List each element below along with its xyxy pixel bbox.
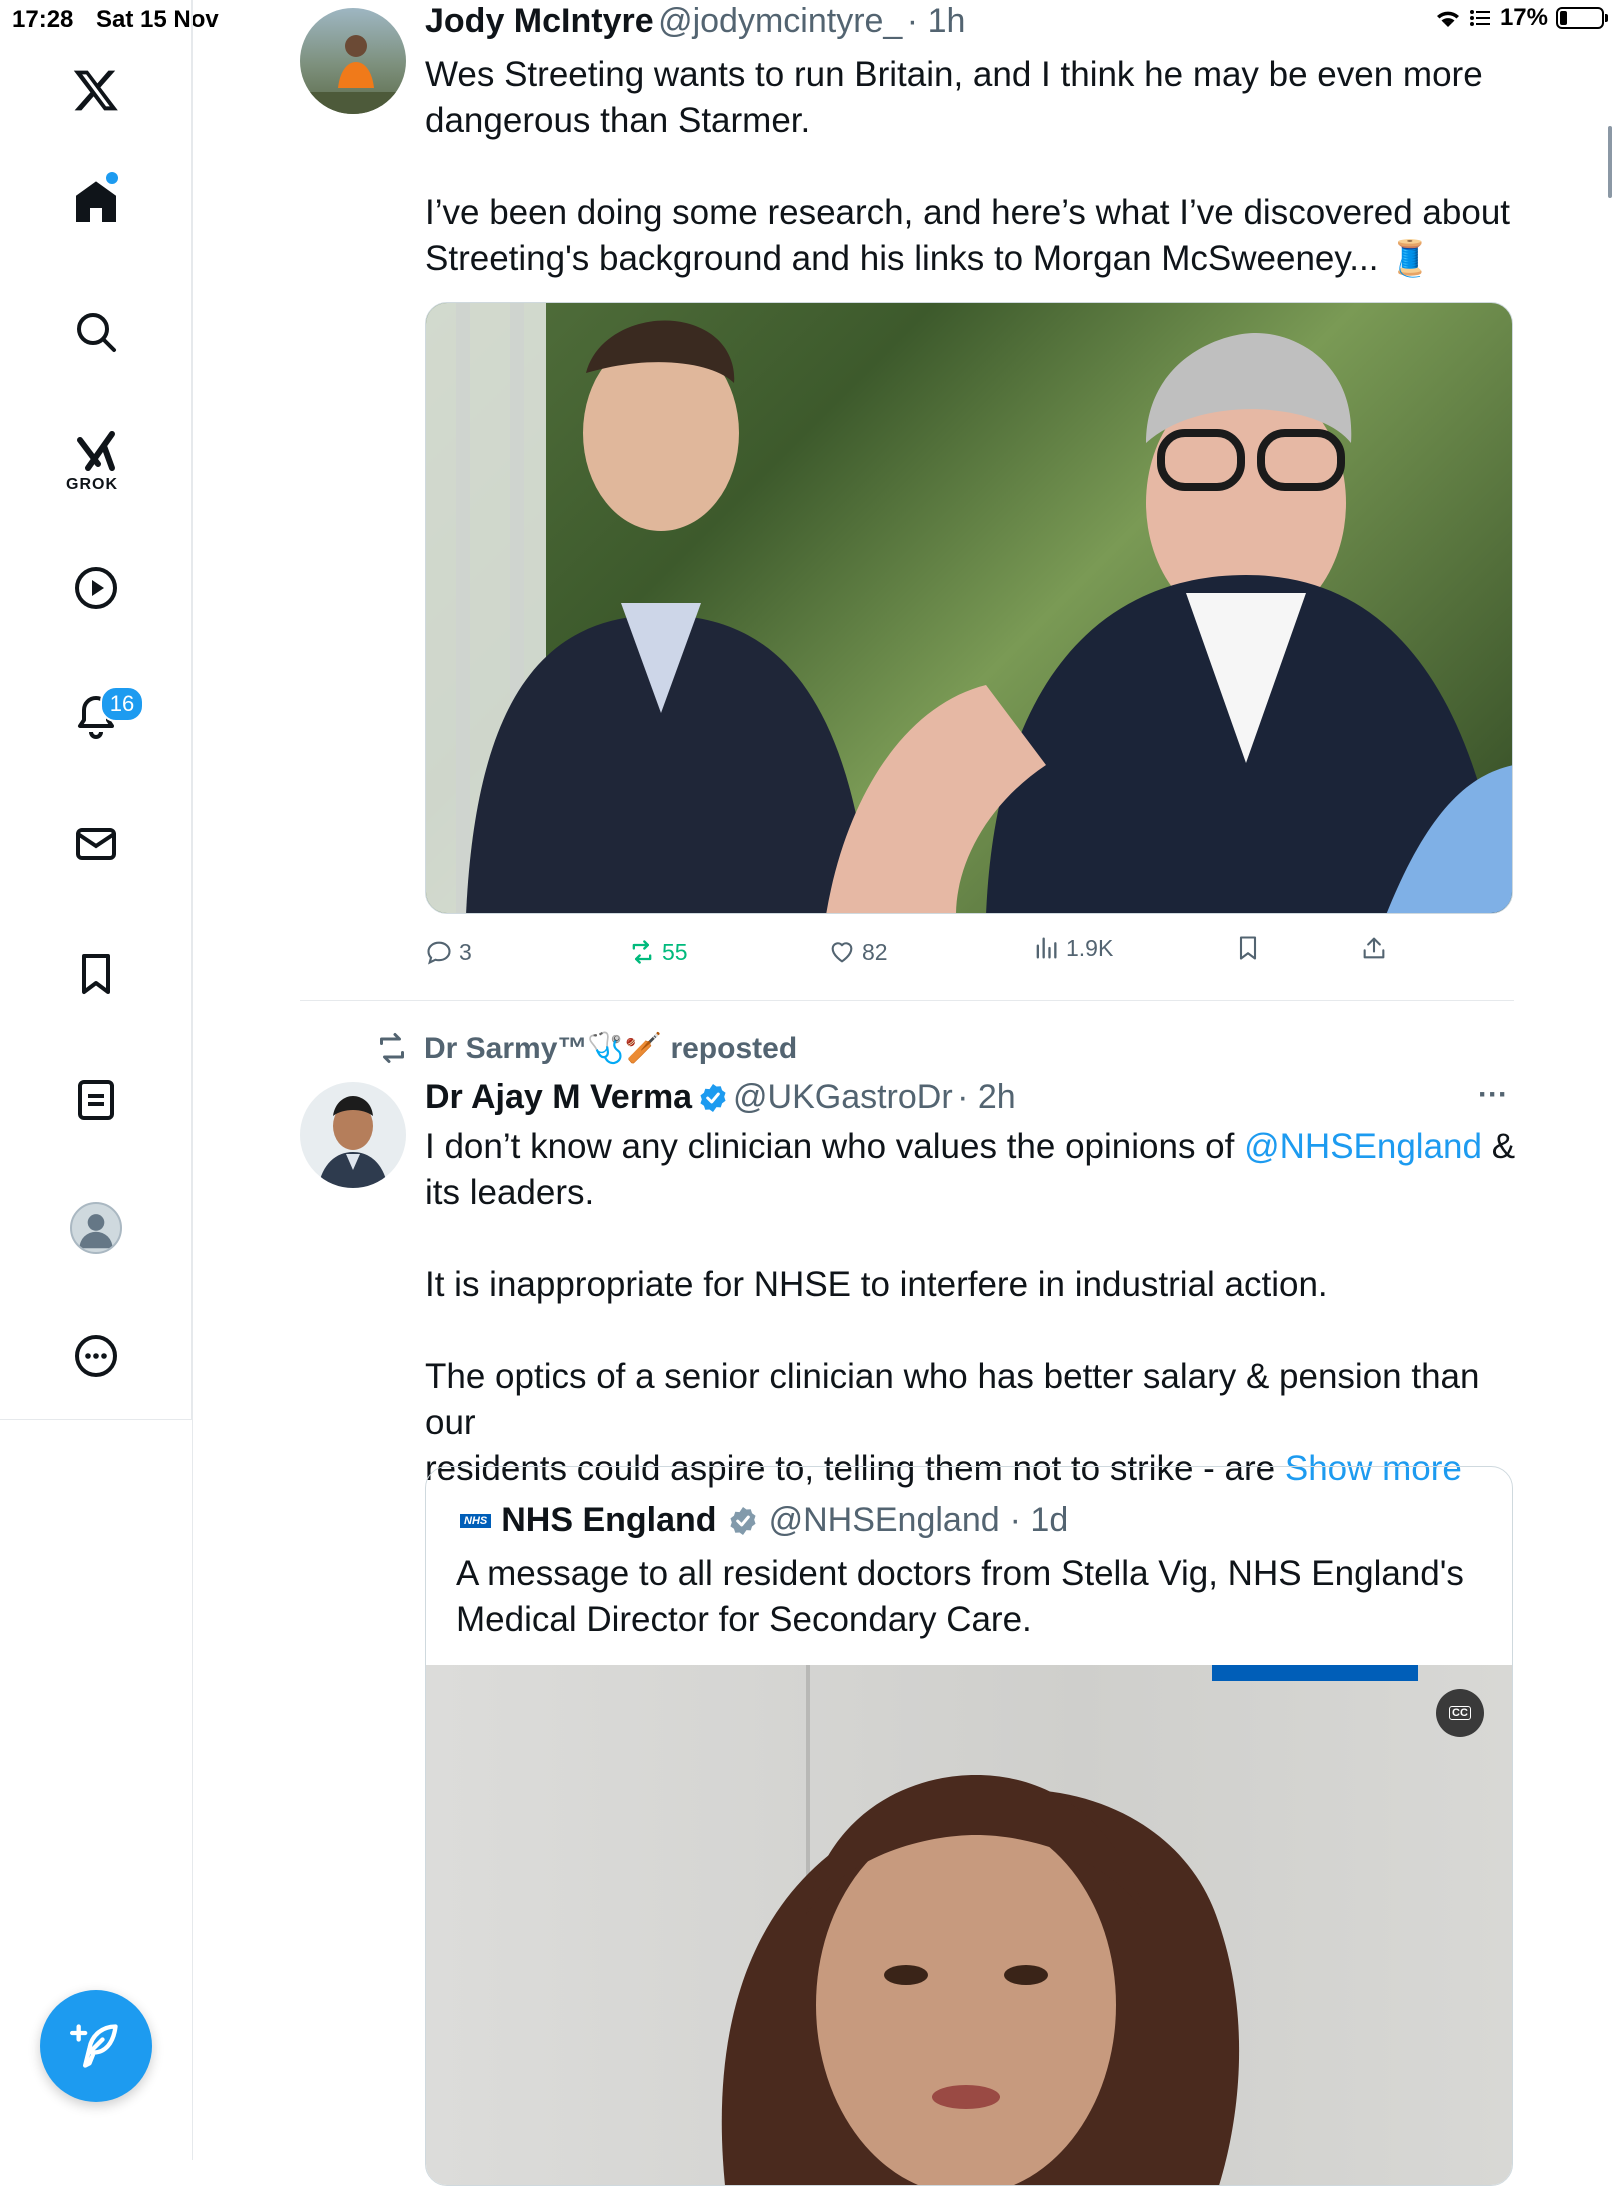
- tweet1-header: Jody McIntyre @jodymcintyre_ · 1h: [425, 2, 965, 41]
- quote-line2: Medical Director for Secondary Care.: [456, 1600, 1032, 1639]
- quote-author-name[interactable]: NHS England: [501, 1501, 716, 1540]
- quoted-tweet-card[interactable]: NHS NHS England @NHSEngland · 1d A messa…: [425, 1466, 1513, 2186]
- tweet1-photo-scene: [426, 303, 1512, 913]
- quote-header: NHS NHS England @NHSEngland · 1d: [460, 1501, 1068, 1540]
- tweet1-reply-button[interactable]: 3: [425, 938, 472, 966]
- tweet1-avatar[interactable]: [300, 8, 406, 114]
- tweet1-author-name[interactable]: Jody McIntyre: [425, 2, 654, 40]
- tweet2-text[interactable]: I don’t know any clinician who values th…: [425, 1124, 1525, 1492]
- tweet1-time[interactable]: · 1h: [907, 2, 966, 40]
- tweet2-line2: its leaders.: [425, 1173, 595, 1212]
- quote-time[interactable]: · 1d: [1010, 1501, 1069, 1540]
- quote-video[interactable]: CC: [426, 1665, 1512, 2185]
- tweet-divider: [300, 1000, 1514, 1001]
- tweet2-time[interactable]: · 2h: [957, 1078, 1016, 1116]
- notifications-badge: 16: [100, 686, 144, 722]
- compose-feather-icon: [70, 2024, 118, 2068]
- verified-org-badge-icon: [730, 1506, 756, 1535]
- reply-icon: [427, 941, 451, 965]
- quote-video-scene: [721, 1665, 1418, 2185]
- quote-handle[interactable]: @NHSEngland: [769, 1501, 1000, 1540]
- scrollbar-thumb[interactable]: [1608, 126, 1612, 198]
- tweet2-line4: The optics of a senior clinician who has…: [425, 1357, 1480, 1442]
- views-icon: [1036, 937, 1057, 959]
- tweet1-text[interactable]: Wes Streeting wants to run Britain, and …: [425, 52, 1515, 282]
- tweet1-bookmark-button[interactable]: [1234, 934, 1262, 962]
- tweet1-share-button[interactable]: [1360, 934, 1388, 962]
- home-unread-dot: [106, 172, 118, 184]
- battery-level: [1560, 11, 1567, 25]
- heart-icon: [831, 942, 853, 963]
- tweet1-like-button[interactable]: 82: [828, 938, 888, 966]
- closed-captions-button[interactable]: CC: [1436, 1689, 1484, 1737]
- search-icon[interactable]: [56, 292, 136, 372]
- tweet2-line3: It is inappropriate for NHSE to interfer…: [425, 1265, 1328, 1304]
- nhs-logo: NHS: [460, 1513, 492, 1528]
- home-icon[interactable]: [56, 162, 136, 242]
- battery-percent: 17%: [1499, 4, 1548, 31]
- tweet1-text-line3: I’ve been doing some research, and here’…: [425, 193, 1511, 232]
- tweet1-handle[interactable]: @jodymcintyre_: [658, 2, 902, 40]
- tweet1-repost-button[interactable]: 55: [628, 938, 688, 966]
- quote-line1: A message to all resident doctors from S…: [456, 1554, 1464, 1593]
- bookmarks-icon[interactable]: [56, 934, 136, 1014]
- tweet2-repost-context[interactable]: Dr Sarmy™🩺🏏 reposted: [374, 1030, 797, 1066]
- list-icon: [1469, 10, 1490, 26]
- lists-icon[interactable]: [56, 1060, 136, 1140]
- tweet2-line1: I don’t know any clinician who values th…: [425, 1127, 1245, 1166]
- cc-label: CC: [1449, 1706, 1471, 1720]
- verified-badge-icon: [700, 1084, 726, 1112]
- tweet2-author-name[interactable]: Dr Ajay M Verma: [425, 1078, 692, 1116]
- tweet2-handle[interactable]: @UKGastroDr: [733, 1078, 953, 1116]
- compose-button[interactable]: [40, 1990, 152, 2102]
- tweet2-avatar[interactable]: [300, 1082, 406, 1188]
- tweet1-text-line4: Streeting's background and his links to …: [425, 239, 1432, 278]
- wifi-icon: [1436, 11, 1459, 27]
- tweet1-text-line1: Wes Streeting wants to run Britain, and …: [425, 55, 1483, 94]
- tweet2-repost-label: Dr Sarmy™🩺🏏 reposted: [424, 1031, 798, 1065]
- tweet2-header: Dr Ajay M Verma @UKGastroDr · 2h: [425, 1078, 1016, 1117]
- tweet1-like-count: 82: [862, 938, 888, 965]
- tweet2-more-button[interactable]: ···: [1478, 1078, 1508, 1112]
- tweet1-reply-count: 3: [459, 938, 472, 965]
- more-icon[interactable]: [56, 1316, 136, 1396]
- x-logo-icon[interactable]: [56, 50, 136, 130]
- repost-icon: [632, 940, 652, 964]
- repost-icon: [380, 1033, 404, 1063]
- tweet1-views-button[interactable]: 1.9K: [1032, 934, 1113, 962]
- video-icon[interactable]: [56, 548, 136, 628]
- battery-icon: [1556, 7, 1608, 29]
- bookmark-icon: [1239, 936, 1257, 960]
- profile-avatar[interactable]: [70, 1202, 122, 1254]
- quote-text: A message to all resident doctors from S…: [456, 1551, 1486, 1643]
- tweet1-view-count: 1.9K: [1066, 934, 1114, 961]
- tweet1-text-line2: dangerous than Starmer.: [425, 101, 811, 140]
- tweet1-photo[interactable]: [425, 302, 1513, 914]
- nhsengland-mention-link[interactable]: @NHSEngland: [1244, 1127, 1482, 1166]
- sidebar-divider: [192, 0, 193, 2160]
- status-indicators: 17%: [1434, 4, 1608, 32]
- grok-label: GROK: [66, 476, 118, 493]
- share-icon: [1363, 937, 1385, 959]
- tweet2-line1-suffix: &: [1481, 1127, 1516, 1166]
- tweet1-repost-count: 55: [662, 938, 688, 965]
- messages-icon[interactable]: [56, 804, 136, 884]
